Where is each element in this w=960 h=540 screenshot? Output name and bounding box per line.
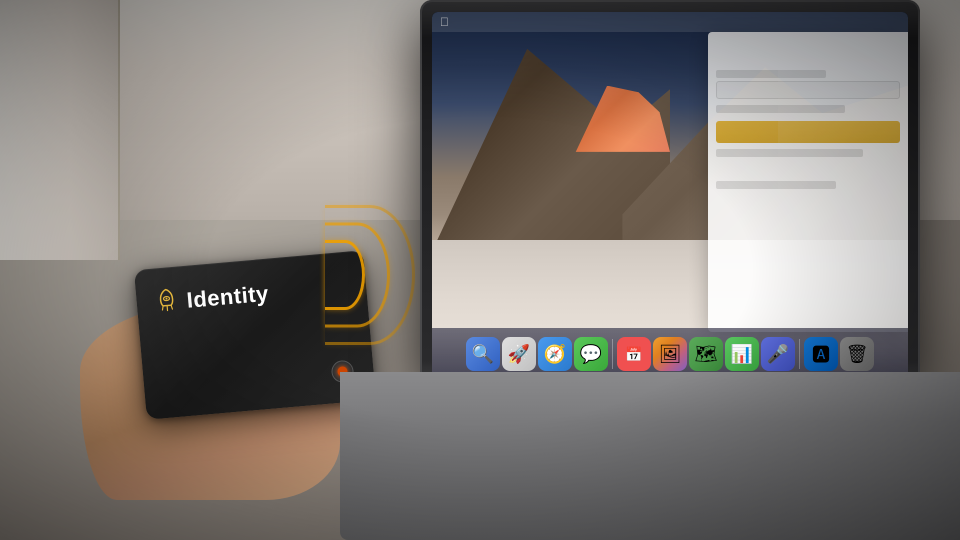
laptop-screen-bezel:  (420, 0, 920, 380)
browser-keep-signed-in (716, 149, 863, 157)
browser-create-account (716, 181, 836, 189)
browser-content (708, 32, 908, 231)
laptop-display:  (432, 12, 908, 380)
dock-trash[interactable]: 🗑 (840, 337, 874, 371)
dock-calendar[interactable]: 📅 (617, 337, 651, 371)
apple-menu[interactable]:  (440, 15, 449, 29)
laptop-container:  (340, 0, 960, 540)
browser-forgot-password (716, 105, 845, 113)
macos-screen:  (432, 12, 908, 380)
laptop-body: MacBook Pro (340, 372, 960, 540)
card-brand-text: Identity (186, 281, 270, 314)
dock-separator (612, 339, 613, 369)
scene: Identity (0, 0, 960, 540)
dock-safari[interactable]: 🧭 (538, 337, 572, 371)
dock-messages[interactable]: 💬 (574, 337, 608, 371)
macos-menubar:  (432, 12, 908, 32)
dock-finder[interactable]: 🔍 (466, 337, 500, 371)
browser-login-window (708, 32, 908, 332)
dock-separator-2 (799, 339, 800, 369)
browser-signin-button[interactable] (716, 121, 900, 143)
dock-launchpad[interactable]: 🚀 (502, 337, 536, 371)
dock-numbers[interactable]: 📊 (725, 337, 759, 371)
dock-appstore[interactable]: 🅰 (804, 337, 838, 371)
dock-keynote[interactable]: 🎤 (761, 337, 795, 371)
browser-label-password (716, 70, 826, 78)
dock-photos[interactable]: 🖼 (653, 337, 687, 371)
dock-maps[interactable]: 🗺 (689, 337, 723, 371)
card-logo-icon (151, 284, 181, 314)
browser-password-field[interactable] (716, 81, 900, 99)
